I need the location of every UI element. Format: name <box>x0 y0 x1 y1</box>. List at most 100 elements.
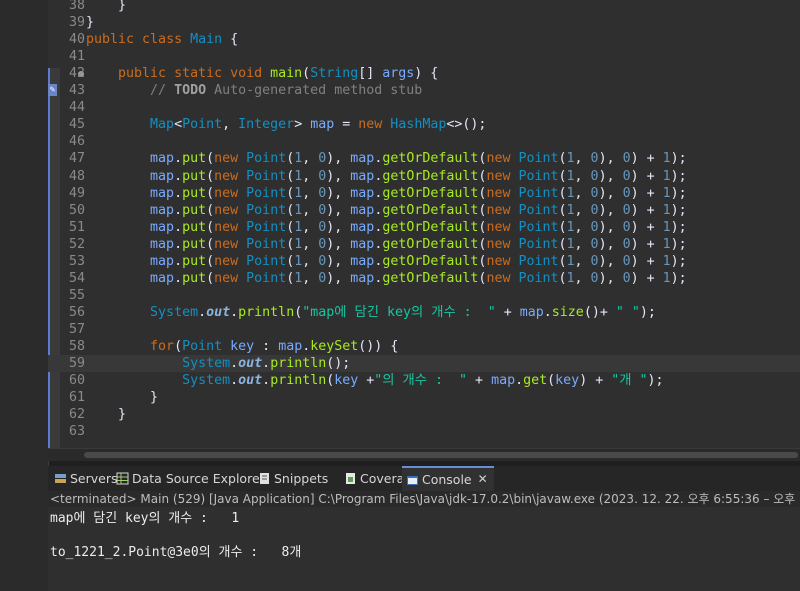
code-line[interactable]: 42 public static void main(String[] args… <box>48 65 800 82</box>
code-line[interactable]: 38 } <box>48 0 800 14</box>
code-line[interactable]: 61 } <box>48 389 800 406</box>
line-number: 61 <box>68 390 85 406</box>
code-token: new <box>486 219 519 235</box>
code-token: ), <box>598 151 623 167</box>
code-token: 0 <box>622 151 631 167</box>
code-token: Point <box>246 270 287 286</box>
code-token: map <box>150 236 175 252</box>
code-token: ) + <box>630 168 663 184</box>
code-line[interactable]: 55 <box>48 287 800 304</box>
code-token: // <box>150 83 175 99</box>
code-token: ); <box>670 270 687 286</box>
close-icon[interactable]: ✕ <box>478 468 488 491</box>
code-token: , <box>574 202 591 218</box>
code-token: 0 <box>622 270 631 286</box>
code-text: System.out.println(); <box>86 355 350 372</box>
code-line[interactable]: 59 System.out.println(); <box>48 355 800 373</box>
code-line[interactable]: 52 map.put(new Point(1, 0), map.getOrDef… <box>48 236 800 253</box>
code-token: . <box>174 168 183 184</box>
code-token: System <box>182 356 231 372</box>
code-token: , <box>574 270 591 286</box>
code-token: put <box>182 236 207 252</box>
code-line[interactable]: 45 Map<Point, Integer> map = new HashMap… <box>48 116 800 133</box>
code-token: put <box>182 219 207 235</box>
code-token: ); <box>670 253 687 269</box>
code-line[interactable]: 53 map.put(new Point(1, 0), map.getOrDef… <box>48 253 800 270</box>
tab-data-source-explorer[interactable]: Data Source Explorer <box>112 466 265 491</box>
task-marker-icon[interactable]: ✎ <box>48 84 57 97</box>
code-line[interactable]: 41 <box>48 48 800 65</box>
code-line[interactable]: 57 <box>48 321 800 338</box>
code-line[interactable]: 56 System.out.println("map에 담긴 key의 개수 :… <box>48 304 800 321</box>
code-token: ), <box>326 219 351 235</box>
code-token: map <box>150 202 175 218</box>
code-token: Point <box>518 219 559 235</box>
code-token: 0 <box>622 168 631 184</box>
code-text: map.put(new Point(1, 0), map.getOrDefaul… <box>86 202 687 219</box>
code-token: map <box>350 236 375 252</box>
tab-label: Snippets <box>274 471 329 486</box>
code-token: ( <box>206 236 215 252</box>
code-token: "map에 담긴 key의 개수 : " <box>302 304 496 320</box>
code-token: 1 <box>662 219 671 235</box>
code-token: ); <box>670 168 687 184</box>
code-token: ), <box>326 253 351 269</box>
code-token: 1 <box>566 168 575 184</box>
code-token: ( <box>206 168 215 184</box>
line-number: 59 <box>68 356 85 372</box>
tab-console[interactable]: Console ✕ <box>402 466 494 491</box>
code-token: . <box>262 373 271 389</box>
bottom-panel-tabbar: Servers Data Source Explorer Snippets Co… <box>48 466 800 492</box>
code-token: ); <box>670 236 687 252</box>
code-token: Point <box>246 236 287 252</box>
code-token: new <box>214 236 247 252</box>
code-line[interactable]: 39} <box>48 14 800 31</box>
code-line[interactable]: 51 map.put(new Point(1, 0), map.getOrDef… <box>48 219 800 236</box>
code-token: } <box>86 407 127 423</box>
code-token: < <box>174 117 183 133</box>
editor-horizontal-scrollbar[interactable] <box>48 448 800 461</box>
code-token: key <box>230 339 255 354</box>
code-token: ( <box>206 151 215 167</box>
code-line[interactable]: 47 map.put(new Point(1, 0), map.getOrDef… <box>48 150 800 167</box>
code-line[interactable]: ✎ 43 // TODO Auto-generated method stub <box>48 82 800 99</box>
tab-snippets[interactable]: Snippets <box>254 466 328 491</box>
code-line[interactable]: 58 for(Point key : map.keySet()) { <box>48 338 800 355</box>
code-token: ), <box>598 270 623 286</box>
code-token: " " <box>615 304 640 320</box>
code-token: 1 <box>662 270 671 286</box>
console-output[interactable]: map에 담긴 key의 개수 : 1 to_1221_2.Point@3e0의… <box>48 507 800 591</box>
code-line[interactable]: 48 map.put(new Point(1, 0), map.getOrDef… <box>48 168 800 185</box>
code-line[interactable]: 46 <box>48 133 800 150</box>
code-token: ( <box>558 151 567 167</box>
code-line[interactable]: 54 map.put(new Point(1, 0), map.getOrDef… <box>48 270 800 287</box>
code-token: 1 <box>662 202 671 218</box>
code-token: ()) { <box>358 339 399 354</box>
code-token: "개 " <box>611 373 648 389</box>
scrollbar-thumb[interactable] <box>84 452 798 458</box>
code-token: : <box>254 339 279 354</box>
tab-servers[interactable]: Servers <box>50 466 118 491</box>
code-line[interactable]: 62 } <box>48 406 800 423</box>
code-editor[interactable]: 38 } 39} 40 public class Main {41 42 public … <box>48 0 800 460</box>
code-token: 0 <box>590 168 599 184</box>
code-line[interactable]: 40 public class Main { <box>48 31 800 48</box>
code-token: ) + <box>630 185 663 201</box>
code-line[interactable]: 49 map.put(new Point(1, 0), map.getOrDef… <box>48 185 800 202</box>
code-token: Point <box>246 185 287 201</box>
code-token: (); <box>326 356 351 372</box>
code-line[interactable]: 63 <box>48 423 800 440</box>
code-token: . <box>515 373 524 389</box>
servers-icon <box>55 474 66 483</box>
code-line[interactable]: 50 map.put(new Point(1, 0), map.getOrDef… <box>48 202 800 219</box>
code-text: map.put(new Point(1, 0), map.getOrDefaul… <box>86 168 687 185</box>
left-panel-strip <box>0 0 49 591</box>
code-token: , <box>302 219 319 235</box>
code-line[interactable]: 44 <box>48 99 800 116</box>
line-number: 41 <box>68 49 85 65</box>
code-line[interactable]: 60 System.out.println(key +"의 개수 : " + m… <box>48 372 800 389</box>
code-token: ( <box>547 373 556 389</box>
